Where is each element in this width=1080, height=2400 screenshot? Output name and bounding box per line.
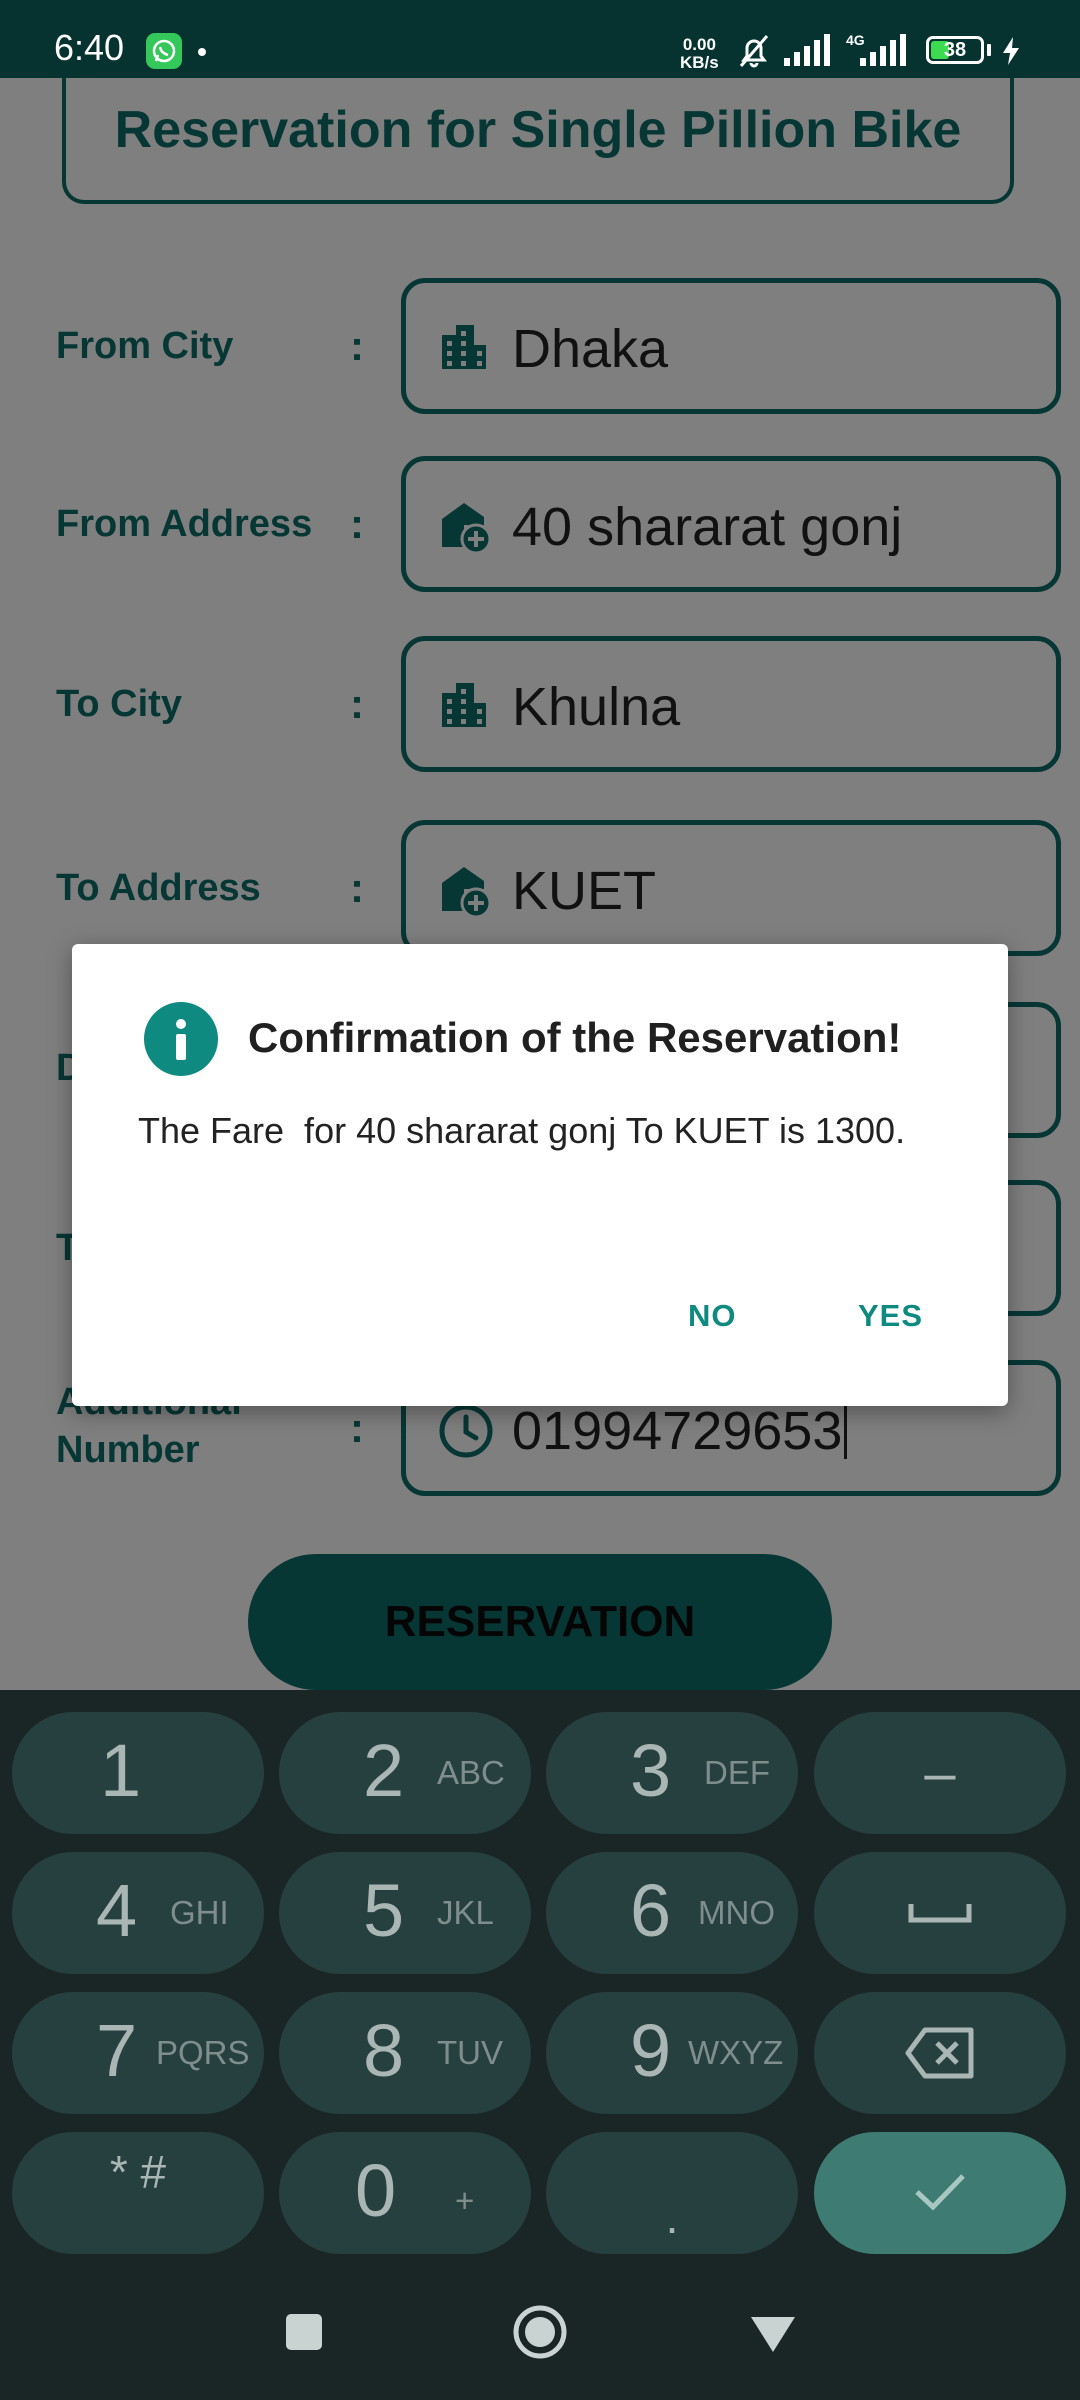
- signal-icon: [782, 34, 834, 73]
- key-0-digit: 0: [355, 2149, 397, 2232]
- charging-bolt-icon: [1000, 36, 1022, 71]
- signal-4g-icon: [846, 34, 912, 73]
- key-2-digit: 2: [363, 1729, 405, 1812]
- key-4-digit: 4: [96, 1869, 138, 1952]
- checkmark-icon: [814, 2132, 1066, 2254]
- battery-cap: [987, 44, 991, 56]
- key-0-plus: +: [455, 2182, 475, 2219]
- key-dot-label: .: [665, 2191, 679, 2243]
- key-7-letters: PQRS: [156, 2034, 250, 2071]
- home-circle-icon[interactable]: [510, 2302, 570, 2367]
- key-0[interactable]: 0 +: [279, 2132, 531, 2254]
- space-icon: [814, 1852, 1066, 1974]
- network-speed-value: 0.00: [682, 35, 716, 54]
- recents-square-icon[interactable]: [284, 2312, 324, 2357]
- key-9-letters: WXYZ: [688, 2034, 784, 2071]
- key-star-hash[interactable]: * #: [12, 2132, 264, 2254]
- yes-button[interactable]: YES: [858, 1298, 923, 1334]
- key-1[interactable]: 1: [12, 1712, 264, 1834]
- no-button[interactable]: NO: [688, 1298, 737, 1334]
- modal-scrim[interactable]: [0, 78, 1080, 1690]
- key-9[interactable]: 9 WXYZ: [546, 1992, 798, 2114]
- backspace-icon: [814, 1992, 1066, 2114]
- key-8-letters: TUV: [437, 2034, 503, 2071]
- key-6-digit: 6: [630, 1869, 672, 1952]
- key-5[interactable]: 5 JKL: [279, 1852, 531, 1974]
- dialog-title: Confirmation of the Reservation!: [248, 1014, 902, 1061]
- key-6-letters: MNO: [698, 1894, 775, 1931]
- key-6[interactable]: 6 MNO: [546, 1852, 798, 1974]
- key-2-letters: ABC: [437, 1754, 505, 1791]
- key-3[interactable]: 3 DEF: [546, 1712, 798, 1834]
- key-backspace[interactable]: [814, 1992, 1066, 2114]
- key-8[interactable]: 8 TUV: [279, 1992, 531, 2114]
- key-minus-symbol: –: [924, 1741, 956, 1804]
- key-8-digit: 8: [363, 2009, 405, 2092]
- key-3-digit: 3: [630, 1729, 672, 1812]
- key-dot[interactable]: .: [546, 2132, 798, 2254]
- key-2[interactable]: 2 ABC: [279, 1712, 531, 1834]
- numeric-keyboard: 1 2 ABC 3 DEF – 4 GHI 5 JKL 6 MNO 7 PQRS…: [0, 1690, 1080, 2260]
- dialog-message: The Fare for 40 shararat gonj To KUET is…: [138, 1110, 906, 1151]
- status-bar: 6:40 0.00 KB/s 4G 38: [0, 0, 1080, 78]
- key-star-hash-label: * #: [109, 2146, 167, 2198]
- key-5-digit: 5: [363, 1869, 405, 1952]
- key-3-letters: DEF: [704, 1754, 770, 1791]
- battery-icon: 38: [926, 36, 984, 64]
- confirmation-dialog: Confirmation of the Reservation! The Far…: [72, 944, 1008, 1406]
- network-speed-unit: KB/s: [680, 53, 719, 72]
- key-4[interactable]: 4 GHI: [12, 1852, 264, 1974]
- status-time: 6:40: [54, 27, 125, 68]
- network-speed: 0.00 KB/s: [680, 36, 719, 72]
- key-5-letters: JKL: [437, 1894, 494, 1931]
- bell-muted-icon: [735, 32, 773, 75]
- whatsapp-icon: [146, 33, 182, 69]
- key-1-digit: 1: [100, 1729, 142, 1812]
- key-space[interactable]: [814, 1852, 1066, 1974]
- key-4-letters: GHI: [170, 1894, 229, 1931]
- notification-dot: [198, 48, 206, 56]
- key-9-digit: 9: [630, 2009, 672, 2092]
- info-icon: [144, 1002, 218, 1076]
- key-7[interactable]: 7 PQRS: [12, 1992, 264, 2114]
- key-minus[interactable]: –: [814, 1712, 1066, 1834]
- key-7-digit: 7: [96, 2009, 138, 2092]
- battery-level: 38: [943, 39, 967, 61]
- key-enter[interactable]: [814, 2132, 1066, 2254]
- back-triangle-icon[interactable]: [748, 2314, 798, 2359]
- navigation-bar: [0, 2260, 1080, 2400]
